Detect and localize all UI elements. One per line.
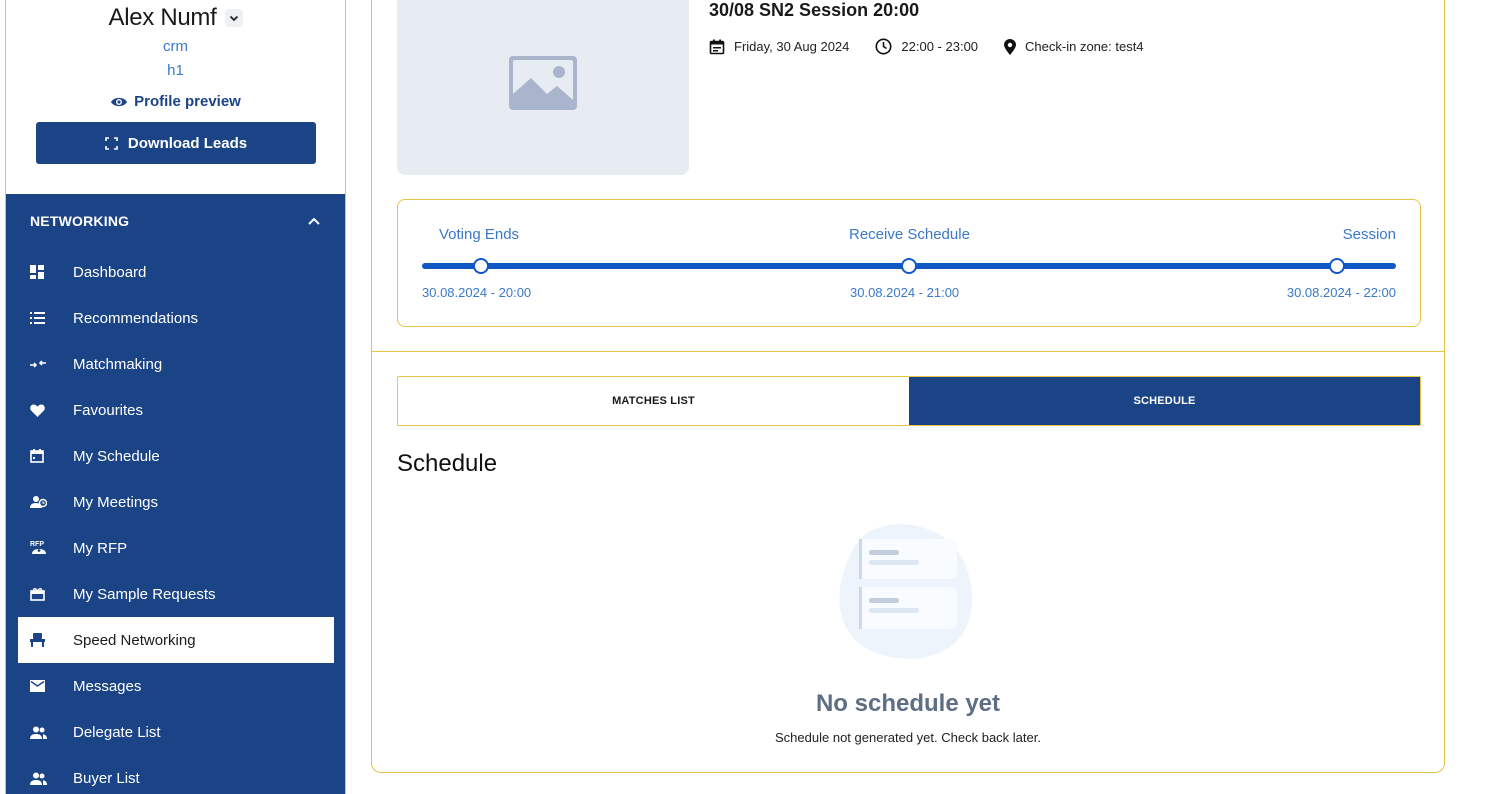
timeline-date-session: 30.08.2024 - 22:00 [1286,285,1396,300]
person-icon [30,772,60,785]
empty-state-subtitle: Schedule not generated yet. Check back l… [775,730,1041,745]
location-pin-icon [1004,38,1017,55]
sidebar-item-label: Dashboard [73,263,147,281]
sidebar-item-messages[interactable]: Messages [18,663,334,709]
timeline-date-receive: 30.08.2024 - 21:00 [850,285,960,300]
sidebar-item-dashboard[interactable]: Dashboard [18,249,334,295]
session-location: Check-in zone: test4 [1004,38,1144,55]
people-icon [30,726,60,739]
sidebar-item-my-rfp[interactable]: RFP My RFP [18,525,334,571]
sidebar-item-my-schedule[interactable]: My Schedule [18,433,334,479]
session-image-placeholder [397,0,689,175]
networking-section-toggle[interactable]: NETWORKING [6,194,345,248]
tab-schedule[interactable]: SCHEDULE [909,377,1420,425]
dashboard-icon [30,265,60,279]
sidebar: Alex Numf crm h1 Profile preview Downloa… [5,0,346,794]
chevron-down-icon [229,15,238,22]
timeline-date-voting: 30.08.2024 - 20:00 [422,285,532,300]
profile-company[interactable]: crm [6,38,345,55]
timeline-label-session: Session [1342,226,1396,243]
timeline-dot-receive [901,258,917,274]
session-date: Friday, 30 Aug 2024 [709,39,849,55]
profile-name: Alex Numf [108,4,217,31]
profile-name-row: Alex Numf [6,4,345,32]
meetings-icon [30,495,60,509]
mail-icon [30,680,60,692]
list-icon [30,312,60,324]
profile-panel: Alex Numf crm h1 Profile preview Downloa… [6,0,345,194]
session-title: 30/08 SN2 Session 20:00 [709,0,920,20]
session-location-text: Check-in zone: test4 [1025,39,1144,54]
timeline-label-voting: Voting Ends [439,226,520,243]
sidebar-item-my-sample-requests[interactable]: My Sample Requests [18,571,334,617]
session-time: 22:00 - 23:00 [875,38,978,55]
timeline-dot-voting [473,258,489,274]
download-leads-label: Download Leads [127,134,248,152]
profile-role[interactable]: h1 [6,62,345,79]
calendar-icon [709,39,725,54]
sidebar-item-label: Delegate List [73,723,161,741]
svg-text:RFP: RFP [30,541,44,548]
timeline-label-receive: Receive Schedule [849,226,970,243]
sidebar-item-delegate-list[interactable]: Delegate List [18,709,334,755]
sidebar-item-recommendations[interactable]: Recommendations [18,295,334,341]
session-card: 30/08 SN2 Session 20:00 Friday, 30 Aug 2… [371,0,1445,773]
networking-section-label: NETWORKING [30,213,130,229]
download-leads-button[interactable]: Download Leads [36,122,316,164]
empty-state-title: No schedule yet [815,690,1001,717]
gift-icon [30,587,60,601]
sidebar-item-buyer-list[interactable]: Buyer List [18,755,334,794]
profile-menu-button[interactable] [224,9,243,27]
sidebar-item-my-meetings[interactable]: My Meetings [18,479,334,525]
scan-icon [105,136,118,150]
sidebar-item-label: Recommendations [73,309,199,327]
session-timeline: Voting Ends Receive Schedule Session 30.… [397,199,1421,327]
chevron-up-icon [308,217,320,225]
session-date-text: Friday, 30 Aug 2024 [734,39,850,54]
sidebar-item-label: Speed Networking [73,631,196,649]
profile-preview-link[interactable]: Profile preview [6,93,345,110]
heart-icon [30,404,60,417]
sidebar-item-matchmaking[interactable]: Matchmaking [18,341,334,387]
sidebar-item-label: My Meetings [73,493,159,511]
sidebar-item-label: Matchmaking [73,355,163,373]
clock-icon [875,38,892,55]
timeline-dot-session [1329,258,1345,274]
networking-nav: NETWORKING Dashboard Recommendations Mat… [6,194,345,794]
session-meta: Friday, 30 Aug 2024 22:00 - 23:00 Check-… [709,38,1170,55]
rfp-icon: RFP [30,540,60,556]
sidebar-item-label: Messages [73,677,142,695]
calendar-icon [30,449,60,463]
chair-icon [30,633,60,647]
sidebar-item-label: My Schedule [73,447,160,465]
sidebar-item-label: My RFP [73,539,128,557]
sidebar-item-label: Buyer List [73,769,140,787]
empty-schedule-illustration [837,523,977,668]
session-time-text: 22:00 - 23:00 [901,39,979,54]
eye-icon [111,97,128,106]
schedule-heading: Schedule [397,450,498,477]
tab-matches-list[interactable]: MATCHES LIST [398,377,909,425]
image-icon [509,55,577,110]
view-tabs: MATCHES LIST SCHEDULE [397,376,1421,426]
section-divider [372,351,1444,352]
profile-preview-label: Profile preview [134,93,241,110]
sidebar-item-label: Favourites [73,401,144,419]
sidebar-item-favourites[interactable]: Favourites [18,387,334,433]
sidebar-item-label: My Sample Requests [73,585,216,603]
matchmaking-icon [30,359,60,369]
sidebar-item-speed-networking[interactable]: Speed Networking [18,617,334,663]
